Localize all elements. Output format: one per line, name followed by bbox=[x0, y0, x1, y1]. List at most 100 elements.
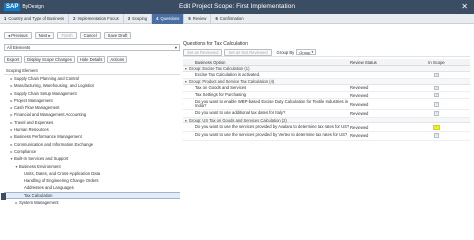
step-scoping[interactable]: 3 Scoping bbox=[124, 14, 153, 24]
actions-button[interactable]: Actions bbox=[107, 56, 128, 63]
tree-item-label: Handling of Engineering Change Orders bbox=[24, 178, 99, 184]
tree-item[interactable]: ▸ Travel and Expenses bbox=[4, 119, 180, 126]
scoping-tree-pane: All Elements ▾ Export Display Scope Chan… bbox=[1, 44, 180, 240]
tree-item[interactable]: ▸ Supply Chain Setup Management bbox=[4, 90, 180, 97]
business-option-text: Do you want to use the services provided… bbox=[195, 123, 350, 129]
question-row[interactable]: Do you want to use the services provided… bbox=[183, 123, 470, 132]
sap-bydesign-logo: SAP ByDesign bbox=[4, 3, 44, 11]
review-status-text: Reviewed bbox=[350, 85, 369, 91]
tree-item[interactable]: ▸ Communication and Information Exchange bbox=[4, 141, 180, 148]
tree-item-label: System Management bbox=[19, 200, 59, 206]
tree-item-label: Business Performance Management bbox=[14, 134, 82, 140]
scoping-element-header: Scoping Element bbox=[4, 67, 180, 75]
tree-item[interactable]: ▸ Manufacturing, Warehousing, and Logisti… bbox=[4, 82, 180, 89]
review-status-text: Reviewed bbox=[350, 111, 369, 117]
tree-item[interactable]: ▸ Project Management bbox=[4, 97, 180, 104]
group-header-label: Group: Excise Tax Calculation (1) bbox=[188, 66, 250, 71]
step-implementation-focus[interactable]: 2 Implementation Focus bbox=[69, 14, 124, 24]
step-country[interactable]: 1 Country and Type of Business bbox=[0, 14, 70, 24]
tree-item-label: Supply Chain Setup Management bbox=[14, 90, 77, 96]
tree-item-label: Units, Dates, and Cross-Application Data bbox=[24, 170, 101, 176]
set-as-reviewed-button[interactable]: Set as Reviewed bbox=[183, 48, 223, 56]
in-scope-checkbox[interactable]: ✓ bbox=[434, 133, 439, 138]
hide-details-button[interactable]: Hide Details bbox=[76, 56, 106, 63]
tree-item[interactable]: ▾ Business Environment bbox=[4, 163, 180, 170]
column-business-option[interactable]: Business Option bbox=[183, 59, 350, 65]
tree-item-label: Human Resources bbox=[14, 127, 49, 133]
review-status-text: Reviewed bbox=[350, 101, 369, 107]
tree-item[interactable]: Tax Calculation bbox=[1, 191, 180, 200]
business-option-text: Do you want to enable WBP-based Excise D… bbox=[195, 98, 349, 109]
collapse-arrow-icon[interactable]: ▾ bbox=[185, 119, 187, 123]
question-row[interactable]: Do you want to use additional tax dates … bbox=[183, 110, 470, 118]
tree-item-label: Addresses and Languages bbox=[24, 185, 74, 191]
in-scope-checkbox[interactable]: ✓ bbox=[434, 92, 439, 98]
collapse-arrow-icon[interactable]: ▾ bbox=[185, 80, 187, 84]
business-option-text: Do you want to use the services provided… bbox=[195, 132, 348, 138]
step-confirmation[interactable]: 6 Confirmation bbox=[211, 14, 247, 24]
in-scope-cell: ✓ bbox=[405, 102, 468, 107]
business-option-text: Tax on Goods and Services bbox=[195, 84, 247, 90]
title-bar: SAP ByDesign Edit Project Scope: First I… bbox=[0, 0, 474, 14]
tree-item-label: Supply Chain Planning and Control bbox=[14, 76, 80, 81]
column-in-scope[interactable]: In Scope bbox=[405, 59, 468, 65]
column-review-status[interactable]: Review Status bbox=[350, 59, 405, 65]
group-by-select[interactable]: Group ▾ bbox=[296, 49, 317, 55]
element-filter-select[interactable]: All Elements ▾ bbox=[4, 44, 180, 51]
business-option-text: Do you want to use additional tax dates … bbox=[195, 110, 286, 116]
collapse-arrow-icon[interactable]: ▾ bbox=[185, 67, 187, 71]
tree-item-label: Compliance bbox=[14, 148, 37, 154]
previous-button[interactable]: ◂ Previous bbox=[4, 32, 32, 39]
cancel-button[interactable]: Cancel bbox=[79, 32, 101, 39]
tree-item[interactable]: ▸ Supply Chain Planning and Control bbox=[4, 75, 180, 82]
question-row[interactable]: Do you want to enable WBP-based Excise D… bbox=[183, 98, 470, 111]
tree-item[interactable]: Handling of Engineering Change Orders bbox=[4, 177, 180, 184]
step-review[interactable]: 5 Review bbox=[184, 14, 212, 24]
tree-item[interactable]: ▸ Financial and Management Accounting bbox=[4, 111, 180, 118]
set-as-not-reviewed-button[interactable]: Set as Not Reviewed bbox=[224, 48, 272, 56]
close-icon[interactable]: ✕ bbox=[461, 2, 468, 12]
questions-pane: Questions for Tax Calculation Set as Rev… bbox=[183, 40, 470, 141]
in-scope-cell: ✓ bbox=[405, 124, 468, 130]
scoping-tree: ▸ Supply Chain Planning and Control ▸ Manuf… bbox=[1, 75, 180, 206]
question-row[interactable]: Tax on Goods and Services Reviewed ✓ bbox=[183, 85, 470, 92]
review-status-text: Reviewed bbox=[350, 92, 369, 98]
in-scope-checkbox[interactable]: ✓ bbox=[434, 111, 439, 116]
chevron-down-icon: ▾ bbox=[311, 50, 314, 54]
question-row[interactable]: Do you want to use the services provided… bbox=[183, 132, 470, 141]
logo-sap: SAP bbox=[4, 3, 21, 11]
tree-toolbar: Export Display Scope Changes Hide Detail… bbox=[4, 56, 180, 63]
tree-item[interactable]: ▸ System Management bbox=[4, 199, 180, 206]
tree-item[interactable]: ▸ Compliance bbox=[4, 148, 180, 155]
save-draft-button[interactable]: Save Draft bbox=[103, 32, 132, 39]
group-by-value: Group bbox=[299, 49, 311, 55]
tree-item-label: Cash Flow Management bbox=[14, 105, 60, 111]
step-questions[interactable]: 4 Questions bbox=[152, 14, 185, 24]
in-scope-checkbox[interactable]: ✓ bbox=[434, 102, 439, 107]
questions-toolbar: Set as Reviewed Set as Not Reviewed Grou… bbox=[183, 48, 470, 57]
display-scope-changes-button[interactable]: Display Scope Changes bbox=[24, 56, 75, 63]
review-status-text: Reviewed bbox=[350, 133, 369, 139]
export-button[interactable]: Export bbox=[4, 56, 23, 63]
tree-item[interactable]: ▾ Built-In Services and Support bbox=[4, 155, 180, 162]
in-scope-checkbox[interactable]: ✓ bbox=[434, 72, 439, 78]
review-status-text: Reviewed bbox=[350, 124, 369, 130]
question-row[interactable]: Excise Tax Calculation is activated. ✓ bbox=[183, 72, 470, 79]
group-by-label: Group By bbox=[276, 49, 295, 55]
tree-item[interactable]: ▸ Business Performance Management bbox=[4, 133, 180, 140]
tree-item-label: Manufacturing, Warehousing, and Logistic… bbox=[14, 83, 95, 89]
business-option-text: Excise Tax Calculation is activated. bbox=[195, 71, 261, 77]
in-scope-cell: ✓ bbox=[405, 111, 468, 116]
window-title: Edit Project Scope: First Implementation bbox=[179, 3, 295, 10]
tree-item[interactable]: Addresses and Languages bbox=[4, 184, 180, 191]
tree-item[interactable]: Units, Dates, and Cross-Application Data bbox=[4, 170, 180, 177]
finish-button[interactable]: Finish bbox=[57, 32, 77, 39]
tree-item[interactable]: ▸ Human Resources bbox=[4, 126, 180, 133]
chevron-down-icon: ▾ bbox=[174, 45, 177, 50]
next-button[interactable]: Next ▸ bbox=[34, 32, 55, 39]
business-option-text: Tax Settings for Purchasing bbox=[195, 91, 246, 97]
in-scope-checkbox[interactable]: ✓ bbox=[433, 124, 440, 130]
tree-item[interactable]: ▸ Cash Flow Management bbox=[4, 104, 180, 111]
tree-item-label: Tax Calculation bbox=[24, 192, 53, 198]
in-scope-checkbox[interactable]: ✓ bbox=[434, 85, 439, 91]
